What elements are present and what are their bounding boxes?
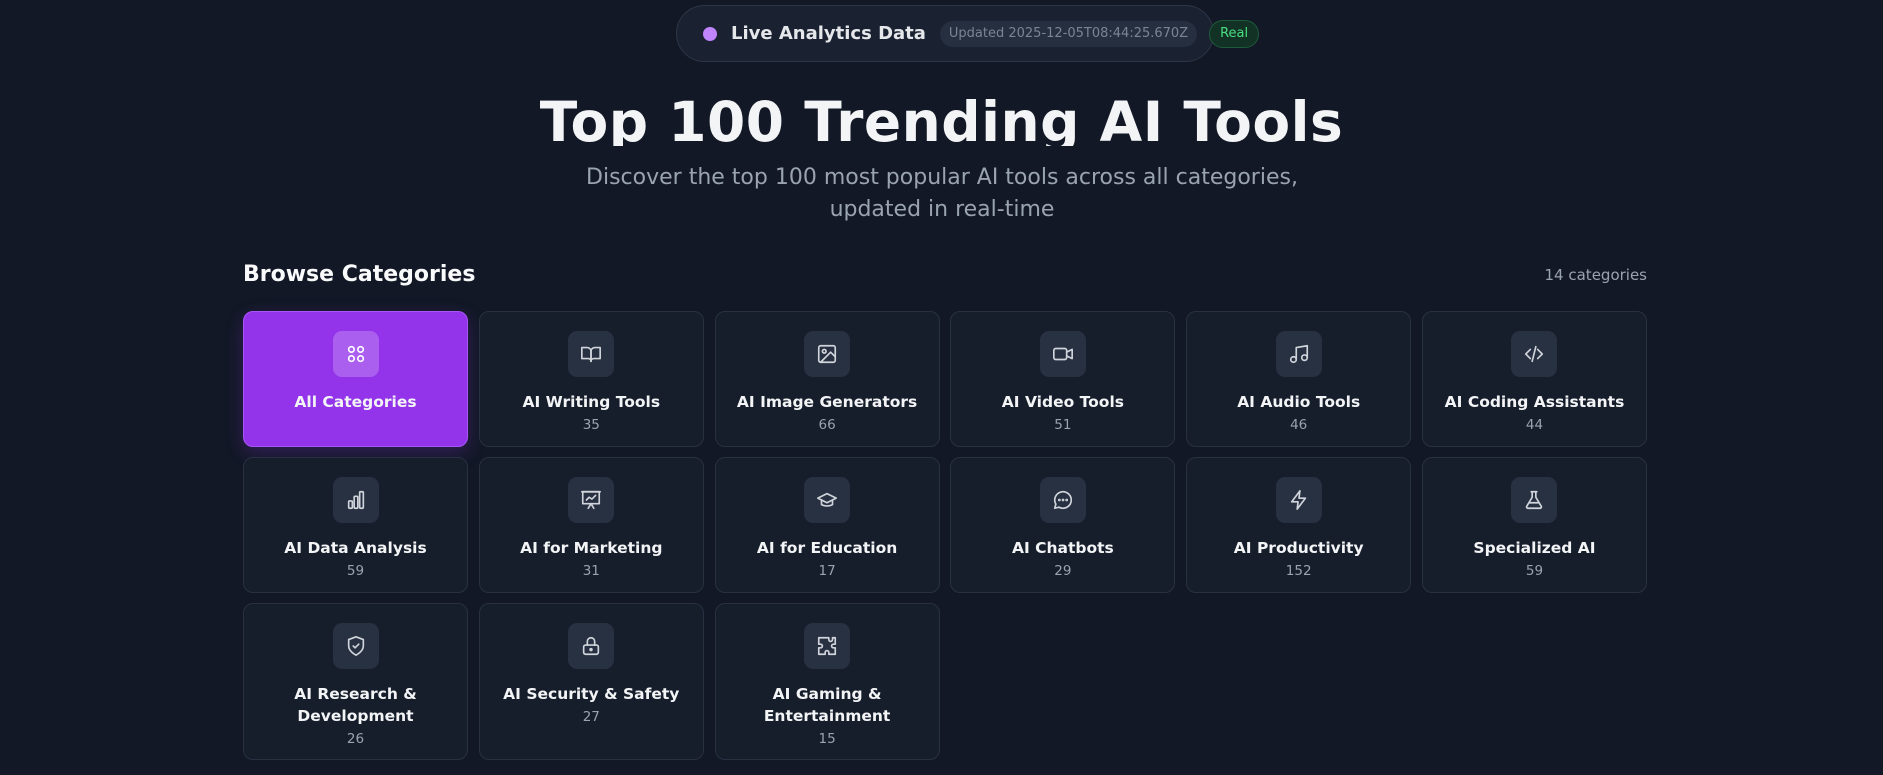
page-title: Top 100 Trending AI Tools [539, 90, 1344, 146]
category-count-value: 26 [346, 731, 365, 747]
bar-chart-icon [332, 477, 379, 523]
puzzle-icon [804, 623, 851, 669]
category-count-value: 152 [1285, 563, 1312, 579]
category-name: Specialized AI [1473, 539, 1596, 557]
browse-categories-header: Browse Categories 14 categories [243, 262, 1647, 287]
category-name: AI Chatbots [1011, 539, 1114, 557]
category-name: AI Video Tools [1001, 393, 1124, 411]
category-card-security[interactable]: AI Security & Safety 27 [478, 603, 704, 760]
category-count-value: 31 [582, 563, 600, 579]
category-count-value: 46 [1290, 417, 1308, 433]
category-name: AI Audio Tools [1237, 393, 1361, 411]
category-card-data-analysis[interactable]: AI Data Analysis 59 [243, 457, 468, 593]
lock-icon [568, 623, 615, 669]
real-data-badge: Real [1209, 19, 1260, 48]
category-name: AI for Marketing [520, 539, 663, 557]
code-icon [1511, 331, 1558, 377]
live-status-pill: Live Analytics Data Updated 2025-12-05T0… [676, 5, 1260, 62]
category-name: AI Gaming & Entertainment [763, 685, 891, 725]
flask-icon [1511, 477, 1558, 523]
updated-timestamp: Updated 2025-12-05T08:44:25.670Z [939, 20, 1198, 47]
category-card-education[interactable]: AI for Education 17 [714, 457, 940, 593]
category-name: AI Writing Tools [522, 393, 661, 411]
book-icon [568, 331, 615, 377]
category-count-value: 15 [818, 731, 836, 747]
category-card-marketing[interactable]: AI for Marketing 31 [478, 457, 704, 593]
category-card-image[interactable]: AI Image Generators 66 [714, 311, 940, 447]
shield-check-icon [332, 623, 379, 669]
category-card-all[interactable]: All Categories [243, 311, 468, 447]
category-count-value: 27 [582, 709, 600, 725]
category-card-gaming[interactable]: AI Gaming & Entertainment 15 [714, 603, 940, 760]
category-card-video[interactable]: AI Video Tools 51 [950, 311, 1176, 447]
category-card-coding[interactable]: AI Coding Assistants 44 [1421, 311, 1647, 447]
category-name: AI Productivity [1233, 539, 1364, 557]
video-icon [1039, 331, 1086, 377]
category-name: AI Coding Assistants [1444, 393, 1625, 411]
page-subtitle: Discover the top 100 most popular AI too… [586, 165, 1298, 222]
category-card-specialized[interactable]: Specialized AI 59 [1421, 457, 1647, 593]
category-card-chatbots[interactable]: AI Chatbots 29 [950, 457, 1176, 593]
music-icon [1275, 331, 1322, 377]
category-count-value: 59 [346, 563, 365, 579]
page: Live Analytics Data Updated 2025-12-05T0… [0, 0, 1883, 775]
grid-icon [332, 331, 379, 377]
lightning-icon [1275, 477, 1322, 523]
category-count-value: 59 [1525, 563, 1544, 579]
category-count-value: 51 [1054, 417, 1072, 433]
category-grid: All Categories AI Writing Tools 35 AI Im… [243, 311, 1647, 760]
image-icon [804, 331, 851, 377]
section-title: Browse Categories [243, 262, 476, 287]
category-count-value: 29 [1054, 563, 1072, 579]
live-indicator-dot [703, 26, 717, 41]
graduation-cap-icon [804, 477, 851, 523]
chat-bubble-icon [1039, 477, 1086, 523]
category-card-audio[interactable]: AI Audio Tools 46 [1186, 311, 1412, 447]
category-card-productivity[interactable]: AI Productivity 152 [1186, 457, 1412, 593]
category-name: AI Research & Development [294, 685, 417, 725]
category-name: AI for Education [756, 539, 898, 557]
live-label: Live Analytics Data [731, 23, 926, 44]
category-count-value: 35 [582, 417, 600, 433]
category-card-writing[interactable]: AI Writing Tools 35 [478, 311, 704, 447]
category-name: AI Data Analysis [284, 539, 427, 557]
category-name: AI Image Generators [736, 393, 918, 411]
category-count-value: 66 [818, 417, 836, 433]
category-count-value: 17 [818, 563, 836, 579]
category-count-value: 44 [1525, 417, 1544, 433]
category-name: AI Security & Safety [503, 685, 680, 703]
category-card-research[interactable]: AI Research & Development 26 [243, 603, 468, 760]
category-name: All Categories [294, 393, 417, 411]
presentation-icon [568, 477, 615, 523]
category-count: 14 categories [1544, 265, 1647, 284]
